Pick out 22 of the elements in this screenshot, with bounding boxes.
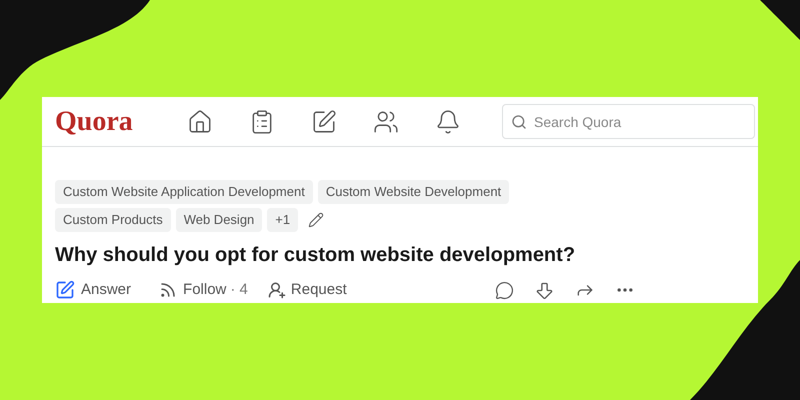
bell-icon[interactable]	[435, 108, 461, 134]
logo[interactable]: Quora	[55, 100, 185, 142]
rss-icon	[159, 281, 178, 300]
person-plus-icon	[268, 281, 286, 300]
people-icon[interactable]	[373, 108, 399, 134]
follow-count: · 4	[230, 280, 248, 300]
edit-icon[interactable]	[308, 212, 324, 228]
follow-button[interactable]: Follow	[159, 279, 226, 302]
comment-icon[interactable]	[495, 280, 514, 300]
topic-tag[interactable]: Custom Website Application Development	[55, 180, 313, 204]
answer-button[interactable]: Answer	[55, 279, 132, 302]
request-button[interactable]: Request	[268, 279, 347, 302]
search-icon	[511, 114, 527, 130]
question-title: Why should you opt for custom website development?	[55, 243, 576, 268]
topic-tag[interactable]: Web Design	[176, 208, 262, 232]
topic-tag[interactable]: Custom Products	[55, 208, 171, 232]
home-icon[interactable]	[187, 108, 213, 134]
search-field[interactable]: Search Quora	[502, 104, 755, 139]
topic-tag[interactable]: Custom Website Development	[318, 180, 510, 204]
more-topics-tag[interactable]: +1	[267, 208, 298, 232]
answer-icon	[55, 280, 75, 300]
pencil-square-icon[interactable]	[311, 108, 337, 134]
